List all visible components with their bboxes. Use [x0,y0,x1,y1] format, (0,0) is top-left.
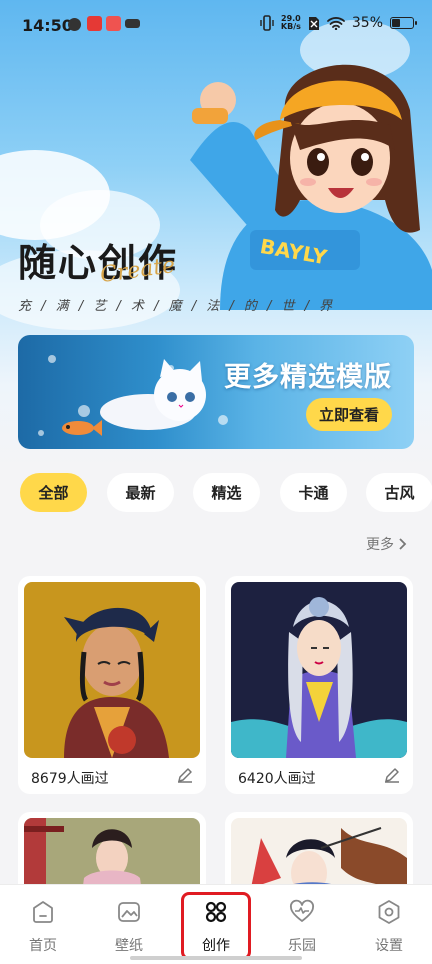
more-label: 更多 [366,537,394,553]
category-tabs: 全部 最新 精选 卡通 古风 [0,473,432,513]
status-bar: 14:50 29.0 KB/s 35% [0,0,432,50]
nav-item-home[interactable]: 首页 [0,885,86,964]
draw-count: 8679人画过 [31,771,109,787]
gesture-bar[interactable] [130,956,302,960]
home-icon [33,901,53,923]
view-now-button[interactable]: 立即查看 [306,398,392,431]
nav-label: 首页 [29,938,57,954]
nav-item-settings[interactable]: 设置 [346,885,432,964]
battery-percent: 35% [351,15,383,31]
nav-label: 壁纸 [115,938,143,954]
app-notification-icon [68,18,81,31]
category-tab-latest[interactable]: 最新 [107,473,174,512]
hero-subtitle: 充 / 满 / 艺 / 术 / 魔 / 法 / 的 / 世 / 界 [18,299,336,314]
battery-icon [390,17,417,29]
category-tab-cartoon[interactable]: 卡通 [280,473,347,512]
nav-item-wallpaper[interactable]: 壁纸 [86,885,172,964]
app-notification-icon [87,16,102,31]
wallpaper-icon [118,902,140,922]
nav-label: 设置 [375,938,403,954]
selection-highlight-box [181,892,251,960]
templates-banner[interactable]: 更多精选模版 立即查看 [18,335,414,449]
status-time: 14:50 [22,16,73,35]
vibrate-icon [260,15,274,31]
settings-hex-icon [378,900,400,924]
app-notification-icon [125,19,140,28]
draw-count: 6420人画过 [238,771,316,787]
nav-item-playground[interactable]: 乐园 [259,885,345,964]
banner-title: 更多精选模版 [224,362,392,393]
status-right-icons: 29.0 KB/s 35% [260,14,417,31]
edit-pencil-icon[interactable] [176,766,194,784]
edit-pencil-icon[interactable] [383,766,401,784]
wifi-icon [326,17,345,30]
template-image [231,582,407,758]
template-card[interactable]: 6420人画过 [225,576,413,794]
network-speed: 29.0 KB/s [280,14,301,31]
app-notification-icon [106,16,121,31]
template-image [24,582,200,758]
heart-pulse-icon [290,899,314,922]
category-tab-all[interactable]: 全部 [20,473,87,512]
koi-fish-illustration [62,420,102,436]
template-card[interactable]: 8679人画过 [18,576,206,794]
more-link[interactable]: 更多 [366,534,408,554]
category-tab-ancient[interactable]: 古风 [366,473,432,512]
sim-off-icon [308,16,319,30]
cartoon-girl-illustration: BAYLY [190,64,432,310]
category-tab-featured[interactable]: 精选 [193,473,260,512]
kitten-illustration [100,359,206,430]
nav-label: 乐园 [288,938,316,954]
chevron-right-icon [399,538,407,550]
